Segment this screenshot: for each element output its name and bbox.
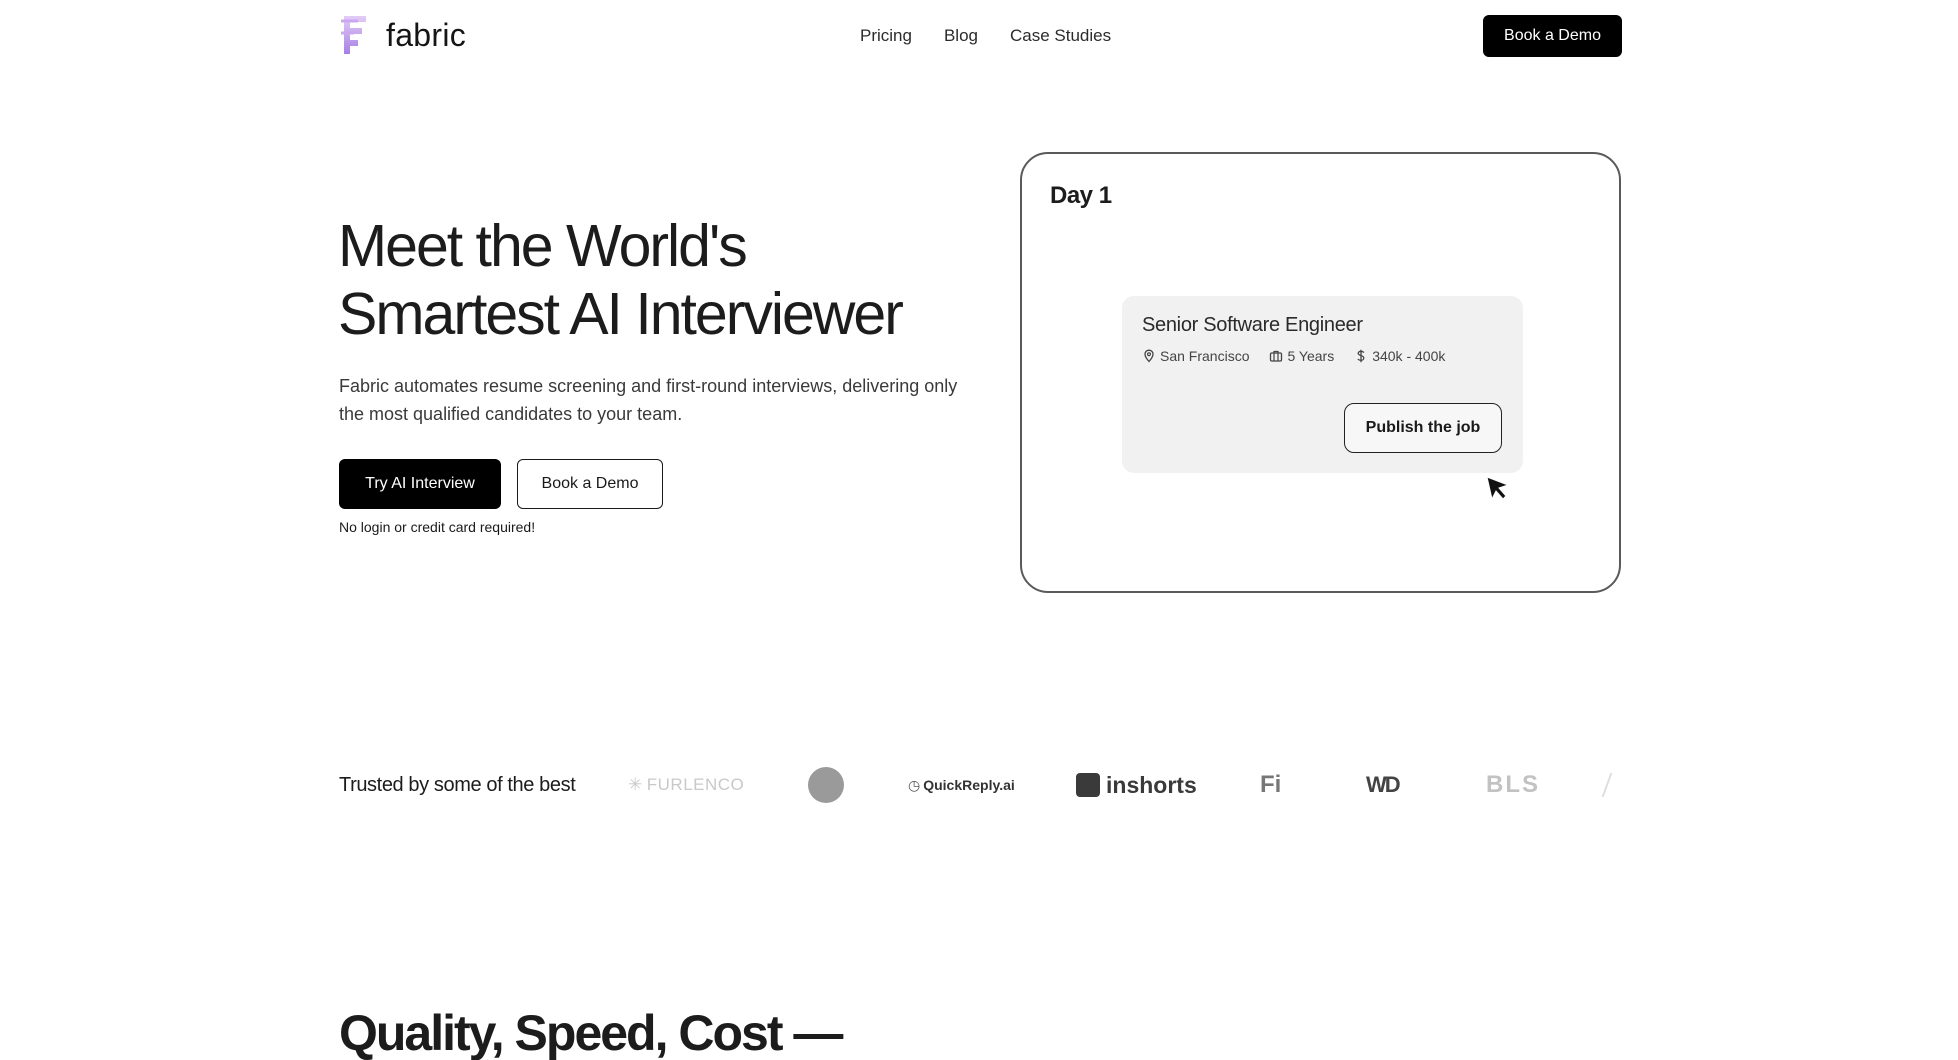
bls-logo: BLS [1486,771,1540,798]
job-location-text: San Francisco [1160,348,1250,364]
wd-logo: WD [1366,772,1401,797]
brand-name: fabric [386,16,467,53]
fabric-logo-icon [341,16,366,54]
job-salary: 340k - 400k [1354,348,1445,364]
publish-job-button[interactable]: Publish the job [1344,403,1502,453]
hero-description: Fabric automates resume screening and fi… [339,376,958,424]
inshorts-logo: inshorts [1076,760,1197,810]
job-location: San Francisco [1142,348,1249,364]
job-posting-card: Senior Software Engineer San Francisco 5… [1122,296,1523,473]
furlenco-logo: ✳ FURLENCO [628,760,744,810]
job-experience-text: 5 Years [1287,348,1335,364]
logo[interactable]: fabric [338,12,466,58]
dollar-icon [1357,349,1365,363]
cursor-pointer-icon [1486,476,1510,501]
nav-blog[interactable]: Blog [944,26,978,46]
trusted-label: Trusted by some of the best [339,774,576,796]
circle-badge-icon [808,767,844,803]
book-demo-header-button[interactable]: Book a Demo [1483,15,1622,57]
section-title: Quality, Speed, Cost — [339,1005,843,1060]
nav-case-studies[interactable]: Case Studies [1010,26,1111,46]
main-nav: Pricing Blog Case Studies [860,26,1111,46]
quickreply-q-icon: ◷ [908,776,921,793]
hero-title-line-1: Meet the World's [338,213,748,279]
book-demo-button[interactable]: Book a Demo [517,459,663,509]
furlenco-star-icon: ✳ [628,775,643,794]
partial-logo [1601,760,1621,810]
job-meta: San Francisco 5 Years 340k - 400k [1142,348,1445,364]
inshorts-logo-text: inshorts [1106,771,1197,798]
inshorts-grid-icon [1076,773,1100,797]
nav-pricing[interactable]: Pricing [860,26,912,46]
briefcase-icon [1270,350,1283,362]
job-experience: 5 Years [1269,348,1334,364]
job-title: Senior Software Engineer [1142,314,1363,336]
demo-animation-card: Day 1 Senior Software Engineer San Franc… [1020,152,1621,593]
site-header: fabric Pricing Blog Case Studies Book a … [0,0,1958,72]
try-ai-interview-button[interactable]: Try AI Interview [339,459,501,509]
circle-badge-logo [808,760,844,810]
quickreply-logo: ◷ QuickReply.ai [908,760,1015,810]
quickreply-logo-text: QuickReply.ai [923,777,1015,793]
location-pin-icon [1144,349,1154,363]
partial-logo-mark [1601,773,1621,797]
page: fabric Pricing Blog Case Studies Book a … [0,0,1958,1060]
hero-note: No login or credit card required! [339,519,536,535]
hero-title-line-2: Smartest AI Interviewer [338,281,904,347]
client-logos: ✳ FURLENCO ◷ QuickReply.ai inshorts Fi W… [620,760,1621,810]
day-label: Day 1 [1050,182,1112,209]
job-salary-text: 340k - 400k [1372,348,1446,364]
hero-title: Meet the World's Smartest AI Interviewer [338,212,978,348]
fi-logo: Fi [1260,771,1282,798]
furlenco-logo-text: FURLENCO [646,775,745,794]
